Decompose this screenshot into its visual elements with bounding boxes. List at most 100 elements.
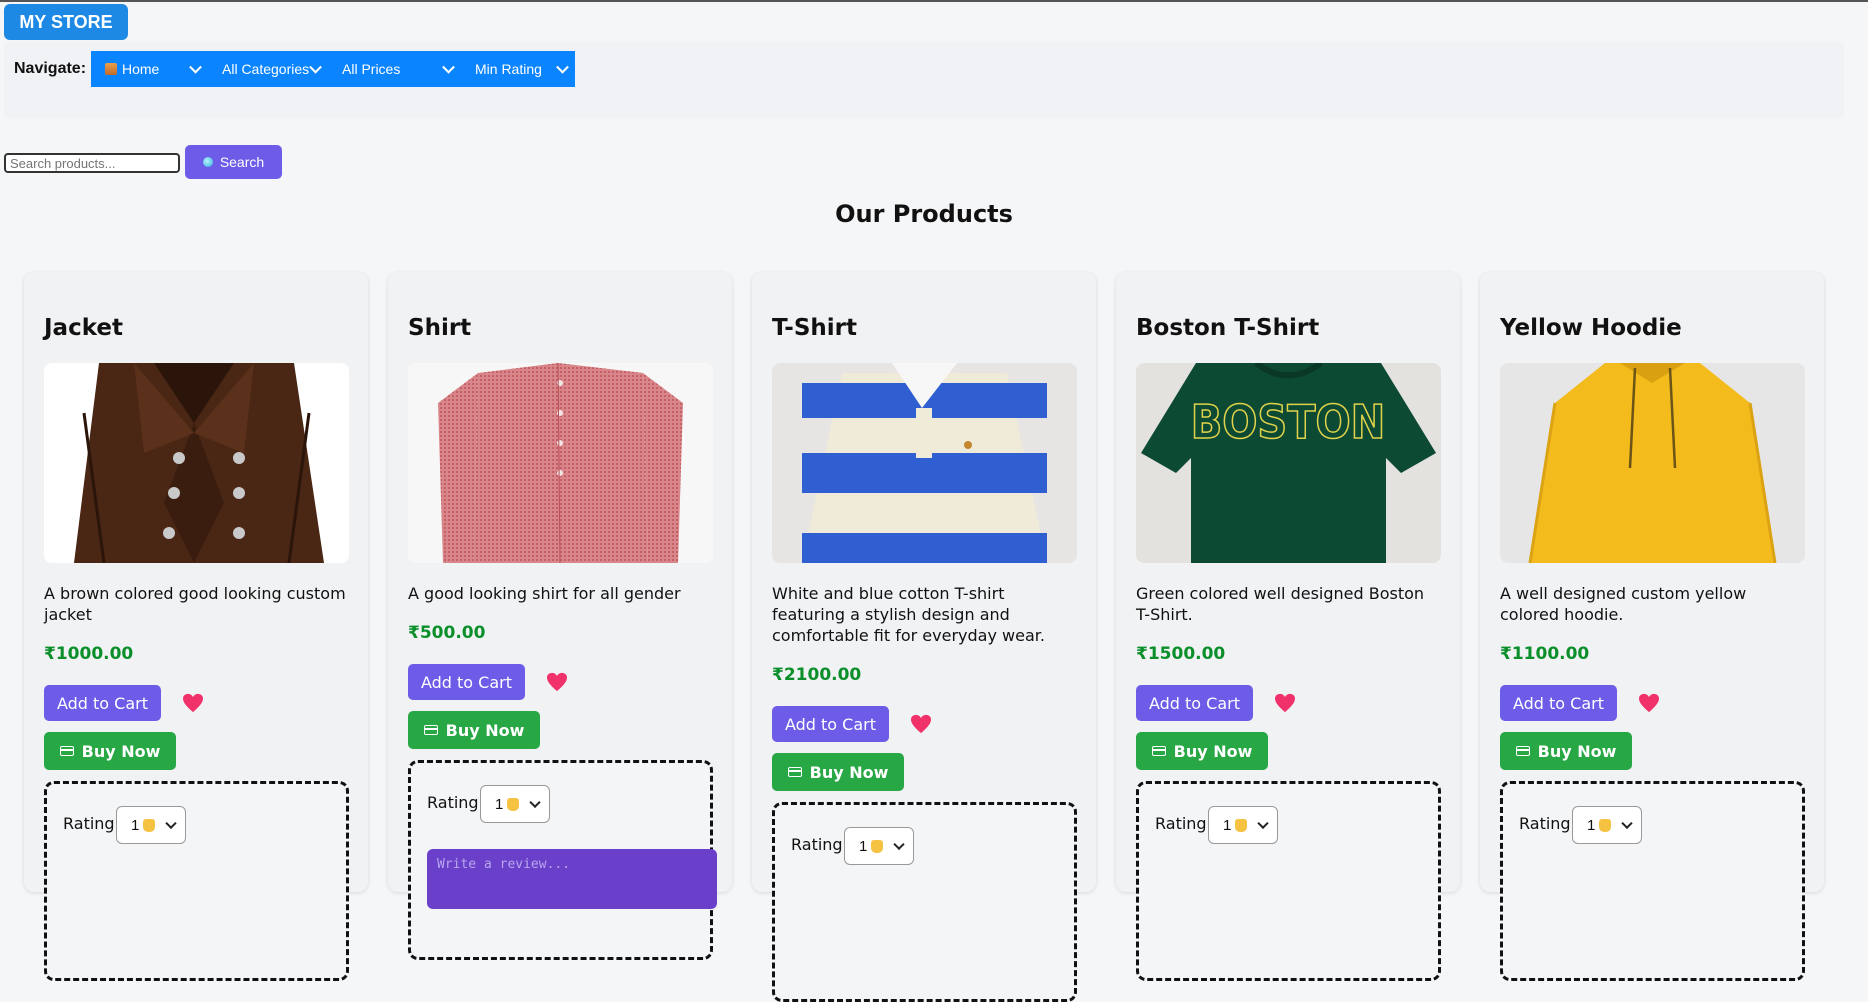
min-rating-select-label: Min Rating [475, 61, 542, 77]
rating-label: Rating: [427, 793, 484, 812]
hand-icon [143, 818, 156, 832]
chevron-down-icon [893, 838, 905, 851]
category-select[interactable]: All Categories [208, 51, 328, 87]
product-description: White and blue cotton T-shirt featuring … [772, 584, 1045, 645]
credit-card-icon [1515, 746, 1530, 756]
rating-select[interactable]: 1 [480, 785, 550, 823]
product-image-yellow-hoodie [1500, 363, 1805, 563]
add-to-cart-button[interactable]: Add to Cart [44, 685, 161, 721]
house-icon [105, 63, 117, 75]
chevron-down-icon [1257, 817, 1269, 830]
nav-select-group: Home All Categories All Prices Min Ratin… [91, 51, 575, 87]
product-image-tshirt [772, 363, 1077, 563]
rating-label: Rating: [791, 835, 848, 854]
min-rating-select[interactable]: Min Rating [461, 51, 575, 87]
product-name: Boston T-Shirt [1136, 315, 1320, 341]
chevron-down-icon [442, 60, 455, 74]
credit-card-icon [59, 746, 74, 756]
buy-now-button[interactable]: Buy Now [772, 753, 904, 791]
search-button-label: Search [219, 154, 265, 170]
navigation-bar: Navigate: Home All Categories All Prices… [4, 42, 1844, 118]
rating-value: 1 [495, 795, 504, 813]
rating-select[interactable]: 1 [844, 827, 914, 865]
rating-value: 1 [131, 816, 140, 834]
buy-now-label: Buy Now [1537, 741, 1617, 761]
wishlist-heart-icon[interactable] [1638, 693, 1660, 713]
product-description: Green colored well designed Boston T-Shi… [1136, 584, 1425, 624]
category-select-label: All Categories [222, 61, 310, 77]
hand-icon [507, 797, 520, 811]
buy-now-button[interactable]: Buy Now [1136, 732, 1268, 770]
wishlist-heart-icon[interactable] [910, 714, 932, 734]
review-textarea[interactable]: Write a review... [427, 849, 717, 909]
rating-select[interactable]: 1 [116, 806, 186, 844]
hand-icon [1235, 818, 1248, 832]
buy-now-button[interactable]: Buy Now [1500, 732, 1632, 770]
product-name: Jacket [44, 315, 123, 341]
section-title: Our Products [835, 200, 1013, 228]
rating-value: 1 [1223, 816, 1232, 834]
chevron-down-icon [1621, 817, 1633, 830]
add-to-cart-button[interactable]: Add to Cart [1500, 685, 1617, 721]
price-select-label: All Prices [342, 61, 401, 77]
search-input[interactable] [4, 153, 180, 173]
buy-now-button[interactable]: Buy Now [408, 711, 540, 749]
product-image-shirt [408, 363, 713, 563]
chevron-down-icon [309, 60, 322, 74]
buy-now-label: Buy Now [1173, 741, 1253, 761]
product-price: ₹500.00 [408, 623, 486, 643]
boston-print: BOSTON [1191, 395, 1386, 449]
wishlist-heart-icon[interactable] [1274, 693, 1296, 713]
chevron-down-icon [189, 60, 202, 74]
product-card-yellow-hoodie: Yellow Hoodie A well designed custom yel… [1480, 272, 1824, 981]
product-card-boston-tshirt: Boston T-Shirt BOSTON Green colored well… [1116, 272, 1460, 981]
add-to-cart-button[interactable]: Add to Cart [408, 664, 525, 700]
review-box: Rating: 1 [772, 802, 1077, 1002]
product-description: A good looking shirt for all gender [408, 584, 681, 603]
chevron-down-icon [556, 60, 569, 74]
review-box: Rating: 1 [44, 781, 349, 981]
rating-select[interactable]: 1 [1572, 806, 1642, 844]
product-image-jacket [44, 363, 349, 563]
nav-label: Navigate: [14, 60, 87, 77]
rating-value: 1 [1587, 816, 1596, 834]
home-select[interactable]: Home [91, 51, 208, 87]
buy-now-label: Buy Now [809, 762, 889, 782]
add-to-cart-button[interactable]: Add to Cart [772, 706, 889, 742]
credit-card-icon [423, 725, 438, 735]
hand-icon [1599, 818, 1612, 832]
rating-value: 1 [859, 837, 868, 855]
buy-now-label: Buy Now [81, 741, 161, 761]
rating-label: Rating: [1155, 814, 1212, 833]
wishlist-heart-icon[interactable] [546, 672, 568, 692]
search-button[interactable]: Search [185, 145, 282, 179]
product-price: ₹1000.00 [44, 644, 134, 664]
product-price: ₹1100.00 [1500, 644, 1590, 664]
wishlist-heart-icon[interactable] [182, 693, 204, 713]
product-description: A well designed custom yellow colored ho… [1500, 584, 1747, 624]
product-card-jacket: Jacket A brown colored good looking cust… [24, 272, 368, 981]
home-select-label: Home [122, 61, 160, 77]
review-box: Rating: 1 Write a review... [408, 760, 717, 960]
product-name: Yellow Hoodie [1500, 315, 1682, 341]
rating-label: Rating: [1519, 814, 1576, 833]
credit-card-icon [1151, 746, 1166, 756]
hand-icon [871, 839, 884, 853]
product-price: ₹2100.00 [772, 665, 862, 685]
review-box: Rating: 1 [1136, 781, 1441, 981]
product-description: A brown colored good looking custom jack… [44, 584, 346, 624]
search-icon [202, 157, 213, 167]
buy-now-label: Buy Now [445, 720, 525, 740]
price-select[interactable]: All Prices [328, 51, 461, 87]
product-price: ₹1500.00 [1136, 644, 1226, 664]
store-logo[interactable]: MY STORE [4, 4, 128, 40]
product-card-tshirt: T-Shirt White and blue cotton T-shirt fe… [752, 272, 1096, 1002]
product-name: T-Shirt [772, 315, 858, 341]
rating-label: Rating: [63, 814, 120, 833]
add-to-cart-button[interactable]: Add to Cart [1136, 685, 1253, 721]
product-name: Shirt [408, 315, 472, 341]
chevron-down-icon [529, 796, 541, 809]
rating-select[interactable]: 1 [1208, 806, 1278, 844]
credit-card-icon [787, 767, 802, 777]
buy-now-button[interactable]: Buy Now [44, 732, 176, 770]
